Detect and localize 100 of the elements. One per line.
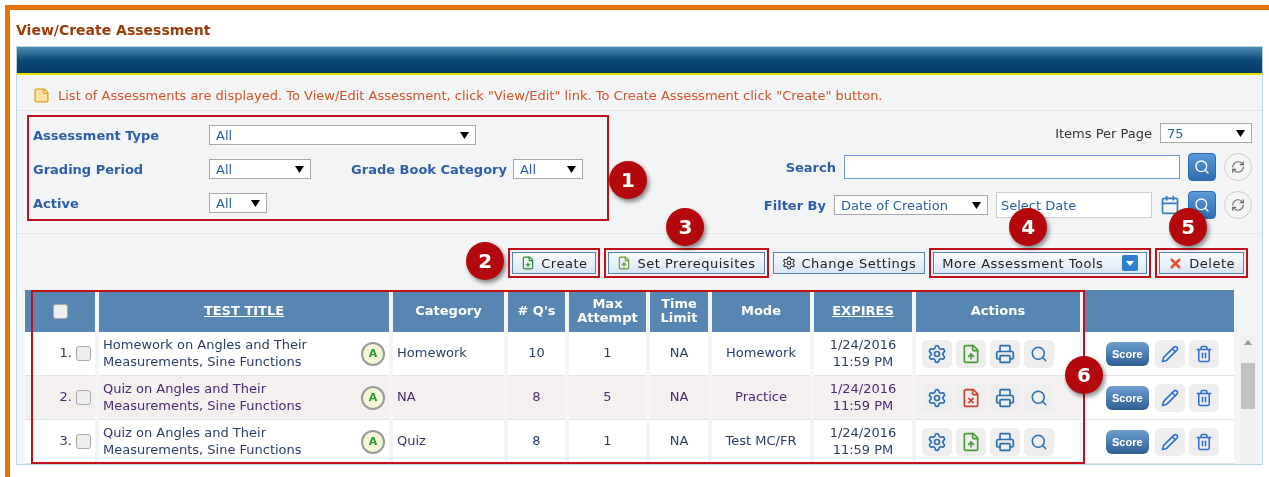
score-button[interactable]: Score xyxy=(1106,341,1149,366)
add-document-icon xyxy=(521,256,536,270)
delete-button[interactable] xyxy=(1188,339,1219,368)
document-upload-button[interactable] xyxy=(956,427,986,456)
document-arrow-icon xyxy=(617,256,632,270)
dropdown-caret-icon xyxy=(295,165,304,173)
callout-badge: 1 xyxy=(609,161,647,199)
info-message: List of Assessments are displayed. To View/Edit Assessment, click "View/Edit" link. To Create Assessment click "Create" button. xyxy=(58,88,883,103)
search-field[interactable] xyxy=(844,155,1180,179)
document-cross-icon xyxy=(961,387,981,408)
table-cell: Practice xyxy=(712,376,810,420)
print-button[interactable] xyxy=(990,339,1020,368)
grading-period-select[interactable]: All xyxy=(209,159,311,179)
test-title[interactable]: Homework on Angles and Their Measurements, Sine Functions xyxy=(103,337,361,370)
settings-button[interactable] xyxy=(922,339,952,368)
refresh-icon xyxy=(1231,160,1245,174)
note-icon xyxy=(33,87,50,104)
table-cell: NA xyxy=(650,332,708,376)
table-cell: NA xyxy=(393,376,504,420)
delete-button[interactable] xyxy=(1188,427,1219,456)
assessment-type-select[interactable]: All xyxy=(209,125,476,145)
preview-button[interactable] xyxy=(1024,427,1054,456)
table-cell: Test MC/FR xyxy=(712,420,810,464)
active-select[interactable]: All xyxy=(209,193,267,213)
field-label: Grading Period xyxy=(33,161,145,177)
field-label: Grade Book Category xyxy=(350,161,508,177)
printer-icon xyxy=(995,431,1015,452)
column-header: Actions xyxy=(916,290,1080,332)
callout-badge: 2 xyxy=(466,242,505,280)
preview-button[interactable] xyxy=(1024,383,1054,412)
change-settings-button[interactable]: Change Settings xyxy=(772,252,926,274)
edit-button[interactable] xyxy=(1154,383,1185,412)
table-cell: 10 xyxy=(508,332,565,376)
table-cell: NA xyxy=(650,420,708,464)
callout-badge: 3 xyxy=(666,208,705,246)
row-number: 1. xyxy=(25,332,95,376)
table-cell: 1/24/2016 11:59 PM xyxy=(814,420,912,464)
document-arrow-icon xyxy=(961,431,981,452)
create-button[interactable]: Create xyxy=(512,252,597,274)
column-header: # Q's xyxy=(508,290,565,332)
refresh-icon xyxy=(1231,198,1245,212)
score-button[interactable]: Score xyxy=(1106,429,1149,454)
score-button[interactable]: Score xyxy=(1106,385,1149,410)
callout-badge: 5 xyxy=(1169,208,1208,246)
column-header[interactable]: TEST TITLE xyxy=(99,290,389,332)
gear-icon xyxy=(927,387,947,408)
print-button[interactable] xyxy=(990,427,1020,456)
table-cell: 8 xyxy=(508,420,565,464)
edit-button[interactable] xyxy=(1154,427,1185,456)
row-checkbox[interactable] xyxy=(76,390,91,406)
pencil-icon xyxy=(1160,344,1179,363)
reset-button[interactable] xyxy=(1224,191,1252,219)
table-cell: 1/24/2016 11:59 PM xyxy=(814,332,912,376)
row-checkbox[interactable] xyxy=(76,434,91,450)
row-number: 3. xyxy=(25,420,95,464)
column-header[interactable]: EXPIRES xyxy=(814,290,912,332)
delete-button[interactable] xyxy=(1188,383,1219,412)
test-title[interactable]: Quiz on Angles and Their Measurements, Sine Functions xyxy=(103,425,361,458)
items-per-page-select[interactable]: 75 xyxy=(1160,123,1252,143)
preview-button[interactable] xyxy=(1024,339,1054,368)
gear-icon xyxy=(927,431,947,452)
table-cell: NA xyxy=(650,376,708,420)
print-button[interactable] xyxy=(990,383,1020,412)
search-button[interactable] xyxy=(1188,153,1216,181)
category-select[interactable]: All xyxy=(512,159,583,179)
set-prerequisites-button[interactable]: Set Prerequisites xyxy=(608,252,765,274)
pencil-icon xyxy=(1160,388,1179,407)
printer-icon xyxy=(995,343,1015,364)
table-cell: 1 xyxy=(569,332,646,376)
dropdown-caret-icon xyxy=(1122,255,1139,271)
reset-button[interactable] xyxy=(1224,153,1252,181)
column-header: Category xyxy=(393,290,504,332)
settings-button[interactable] xyxy=(922,427,952,456)
filter-by-select[interactable]: Date of Creation xyxy=(834,195,988,215)
settings-button[interactable] xyxy=(922,383,952,412)
page-title: View/Create Assessment xyxy=(16,21,212,40)
field-label: Assessment Type xyxy=(33,127,161,143)
scroll-thumb[interactable] xyxy=(1241,363,1255,409)
table-cell: Homework xyxy=(712,332,810,376)
dropdown-caret-icon xyxy=(1236,129,1245,137)
select-all-checkbox[interactable] xyxy=(52,303,68,319)
row-checkbox[interactable] xyxy=(76,346,91,362)
test-title[interactable]: Quiz on Angles and Their Measurements, Sine Functions xyxy=(103,381,361,414)
field-label: Active xyxy=(33,195,80,211)
search-icon xyxy=(1030,344,1048,363)
more-tools-button[interactable]: More Assessment Tools xyxy=(933,252,1148,274)
document-upload-button[interactable] xyxy=(956,339,986,368)
edit-button[interactable] xyxy=(1154,339,1185,368)
dropdown-caret-icon xyxy=(566,165,576,173)
document-cancel-button[interactable] xyxy=(956,383,986,412)
column-header: Mode xyxy=(712,290,810,332)
scrollbar[interactable] xyxy=(1240,336,1256,464)
document-arrow-icon xyxy=(961,343,981,364)
scroll-up-icon[interactable] xyxy=(1244,340,1252,345)
search-icon xyxy=(1194,159,1210,175)
pencil-icon xyxy=(1160,432,1179,451)
field-label: Filter By xyxy=(763,197,826,213)
delete-button[interactable]: Delete xyxy=(1159,252,1244,274)
table-cell: Quiz xyxy=(393,420,504,464)
dropdown-caret-icon xyxy=(251,199,260,207)
